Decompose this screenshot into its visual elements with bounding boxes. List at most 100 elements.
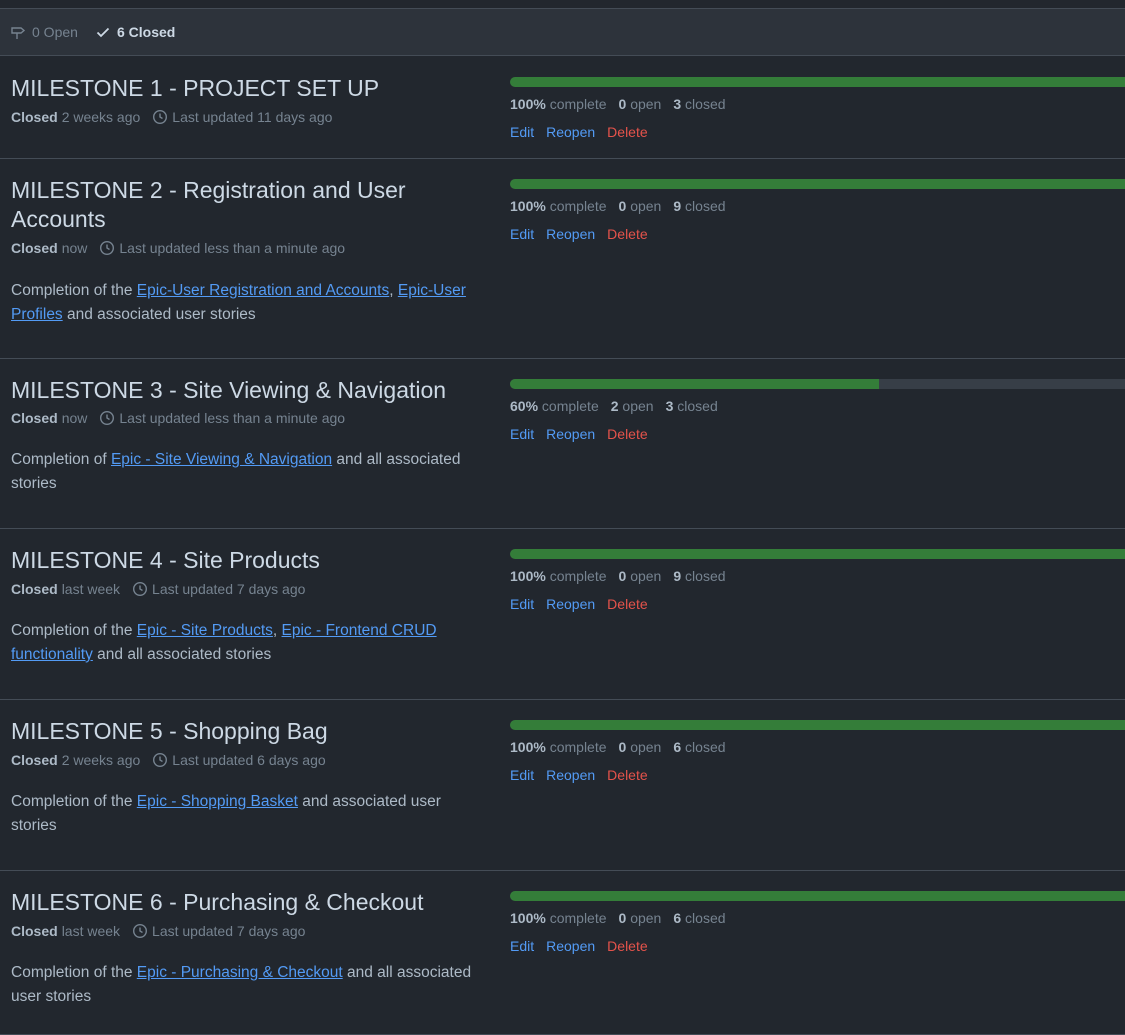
last-updated: Last updated 11 days ago: [172, 109, 333, 125]
edit-link[interactable]: Edit: [510, 596, 534, 612]
reopen-link[interactable]: Reopen: [546, 767, 595, 783]
open-word: open: [630, 96, 662, 112]
last-updated: Last updated 7 days ago: [152, 581, 306, 597]
delete-link[interactable]: Delete: [607, 767, 647, 783]
epic-link[interactable]: Epic - Purchasing & Checkout: [137, 964, 343, 981]
milestone-description: Completion of Epic - Site Viewing & Navi…: [11, 448, 486, 496]
closed-word: closed: [685, 96, 726, 112]
progress-bar: [510, 720, 1125, 730]
milestone-title[interactable]: MILESTONE 5 - Shopping Bag: [11, 717, 481, 746]
closed-when: 2 weeks ago: [61, 109, 141, 125]
milestone-title[interactable]: MILESTONE 2 - Registration and User Acco…: [11, 176, 481, 234]
filter-open-tab[interactable]: 0 Open: [10, 24, 78, 40]
milestone-meta: Closed 2 weeks ago Last updated 11 days ag…: [11, 109, 332, 125]
open-word: open: [630, 739, 662, 755]
progress-fill: [510, 77, 1125, 87]
reopen-link[interactable]: Reopen: [546, 426, 595, 442]
milestone-title[interactable]: MILESTONE 6 - Purchasing & Checkout: [11, 888, 481, 917]
delete-link[interactable]: Delete: [607, 226, 647, 242]
milestone-title[interactable]: MILESTONE 3 - Site Viewing & Navigation: [11, 376, 481, 405]
milestone-meta: Closed 2 weeks ago Last updated 6 days ago: [11, 752, 326, 768]
reopen-link[interactable]: Reopen: [546, 938, 595, 954]
reopen-link[interactable]: Reopen: [546, 124, 595, 140]
milestone-stats: 60% complete 2 open 3 closed: [510, 398, 718, 414]
last-updated: Last updated 7 days ago: [152, 923, 306, 939]
complete-word: complete: [549, 198, 607, 214]
epic-link[interactable]: Epic-User Registration and Accounts: [137, 282, 389, 299]
epic-link[interactable]: Epic - Site Viewing & Navigation: [111, 451, 332, 468]
complete-percent: 60%: [510, 398, 539, 414]
delete-link[interactable]: Delete: [607, 938, 647, 954]
milestone-title[interactable]: MILESTONE 1 - PROJECT SET UP: [11, 74, 481, 103]
clock-icon: [153, 109, 168, 125]
progress-fill: [510, 549, 1125, 559]
progress-fill: [510, 720, 1125, 730]
progress-fill: [510, 891, 1125, 901]
open-count: 0: [618, 739, 627, 755]
closed-label: Closed: [11, 752, 58, 768]
description-text: Completion of the: [11, 793, 137, 810]
edit-link[interactable]: Edit: [510, 124, 534, 140]
closed-when: now: [61, 410, 88, 426]
closed-when: last week: [61, 581, 121, 597]
closed-count: 6: [673, 739, 682, 755]
last-updated: Last updated less than a minute ago: [119, 410, 346, 426]
closed-word: closed: [685, 739, 726, 755]
closed-word: closed: [677, 398, 718, 414]
open-word: open: [630, 910, 662, 926]
description-text: and all associated stories: [92, 646, 272, 663]
milestone-meta: Closed now Last updated less than a minute…: [11, 240, 345, 256]
description-text: Completion of the: [11, 622, 137, 639]
milestone-actions: Edit Reopen Delete: [510, 767, 660, 783]
progress-fill: [510, 179, 1125, 189]
milestone-stats: 100% complete 0 open 9 closed: [510, 568, 726, 584]
milestone-actions: Edit Reopen Delete: [510, 938, 660, 954]
milestone-stats: 100% complete 0 open 6 closed: [510, 910, 726, 926]
progress-fill: [510, 379, 879, 389]
milestone-description: Completion of the Epic - Shopping Basket…: [11, 790, 486, 838]
complete-word: complete: [549, 96, 607, 112]
closed-when: 2 weeks ago: [61, 752, 141, 768]
delete-link[interactable]: Delete: [607, 596, 647, 612]
milestone-icon: [11, 27, 26, 39]
open-count: 0: [618, 96, 627, 112]
progress-bar: [510, 891, 1125, 901]
milestone-item: MILESTONE 1 - PROJECT SET UP Closed 2 week…: [0, 57, 1125, 159]
closed-word: closed: [685, 910, 726, 926]
complete-word: complete: [549, 739, 607, 755]
edit-link[interactable]: Edit: [510, 938, 534, 954]
progress-bar: [510, 77, 1125, 87]
milestone-stats: 100% complete 0 open 6 closed: [510, 739, 726, 755]
check-icon: [96, 27, 110, 38]
reopen-link[interactable]: Reopen: [546, 226, 595, 242]
edit-link[interactable]: Edit: [510, 767, 534, 783]
reopen-link[interactable]: Reopen: [546, 596, 595, 612]
description-text: Completion of: [11, 451, 111, 468]
closed-when: now: [61, 240, 88, 256]
milestone-actions: Edit Reopen Delete: [510, 426, 660, 442]
complete-percent: 100%: [510, 739, 546, 755]
milestone-title[interactable]: MILESTONE 4 - Site Products: [11, 546, 481, 575]
open-word: open: [630, 198, 662, 214]
filter-closed-tab[interactable]: 6 Closed: [95, 24, 175, 40]
open-word: open: [622, 398, 654, 414]
clock-icon: [133, 581, 148, 597]
open-count: 2: [610, 398, 619, 414]
complete-percent: 100%: [510, 568, 546, 584]
edit-link[interactable]: Edit: [510, 426, 534, 442]
filter-closed-label: 6 Closed: [117, 24, 176, 40]
milestone-meta: Closed last week Last updated 7 days ago: [11, 581, 305, 597]
clock-icon: [100, 410, 115, 426]
epic-link[interactable]: Epic - Site Products: [137, 622, 273, 639]
epic-link[interactable]: Epic - Shopping Basket: [137, 793, 298, 810]
closed-count: 9: [673, 568, 682, 584]
description-text: Completion of the: [11, 282, 137, 299]
delete-link[interactable]: Delete: [607, 426, 647, 442]
closed-count: 3: [673, 96, 682, 112]
edit-link[interactable]: Edit: [510, 226, 534, 242]
milestone-actions: Edit Reopen Delete: [510, 226, 660, 242]
last-updated: Last updated 6 days ago: [172, 752, 326, 768]
complete-word: complete: [549, 568, 607, 584]
delete-link[interactable]: Delete: [607, 124, 647, 140]
filter-open-label: 0 Open: [32, 24, 78, 40]
